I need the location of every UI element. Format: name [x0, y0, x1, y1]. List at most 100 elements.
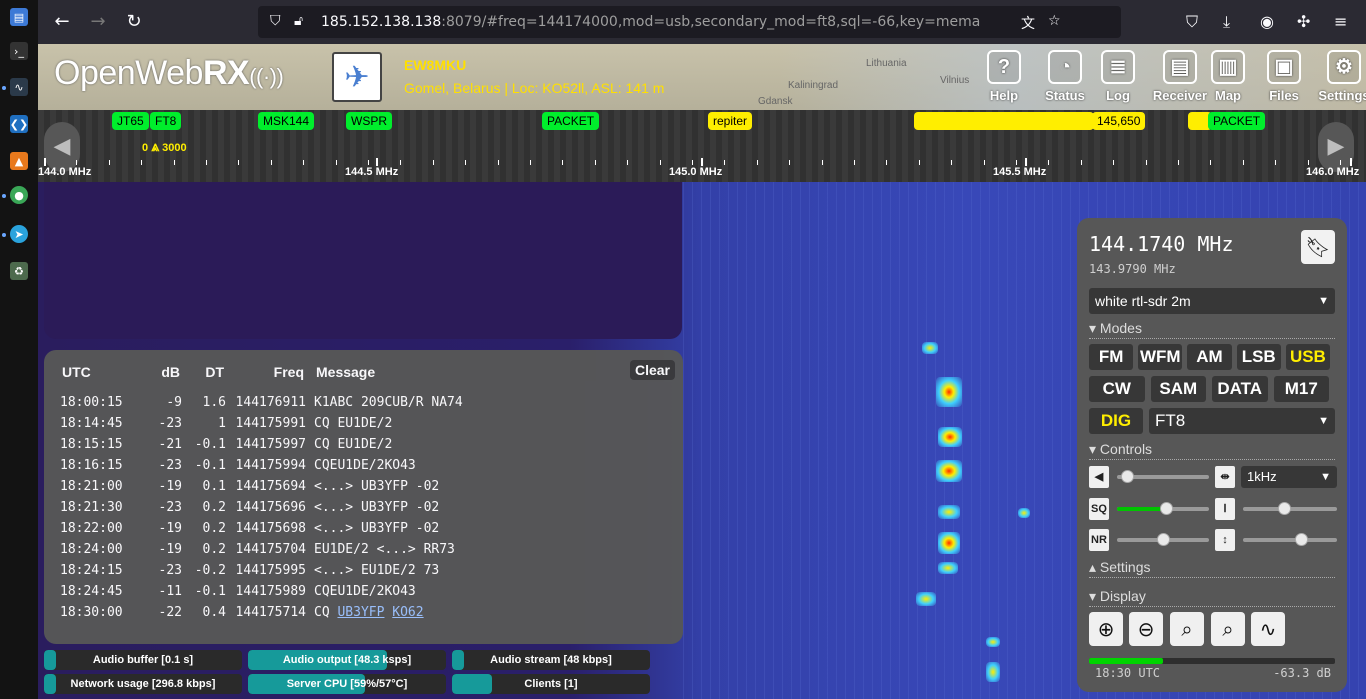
cell-text: <...> UB3YFP -02: [314, 521, 440, 536]
noise-reduction-icon[interactable]: NR: [1089, 529, 1109, 551]
scale-minor-tick: [1146, 160, 1147, 165]
waterfall-signal: [936, 460, 962, 482]
volume-icon[interactable]: ◀: [1089, 466, 1109, 488]
gain-slider[interactable]: [1243, 533, 1337, 546]
chrome-app-icon[interactable]: ●: [10, 186, 28, 204]
bookmark-icon[interactable]: 🔖︎: [1301, 230, 1335, 264]
mode-button-sam[interactable]: SAM: [1150, 376, 1206, 402]
mode-button-wfm[interactable]: WFM: [1138, 344, 1183, 370]
scale-minor-tick: [984, 160, 985, 165]
forward-arrow-icon[interactable]: →: [86, 10, 110, 34]
bookmark-tag[interactable]: repiter: [708, 112, 753, 130]
bookmark-tag[interactable]: FT8: [150, 112, 182, 130]
scale-minor-tick: [530, 160, 531, 165]
bookmark-tag[interactable]: 145,650: [1092, 112, 1146, 130]
squelch-icon[interactable]: SQ: [1089, 498, 1109, 520]
slider-knob[interactable]: [1295, 533, 1308, 546]
volume-slider[interactable]: [1117, 470, 1209, 483]
scale-minor-tick: [336, 160, 337, 165]
help-nav-button[interactable]: ? Help: [984, 50, 1024, 106]
shield-icon[interactable]: ⛉: [270, 13, 281, 29]
log-nav-button[interactable]: ≣ Log: [1098, 50, 1138, 106]
zoom-in-icon[interactable]: ⊕: [1089, 612, 1123, 646]
locator-link[interactable]: KO62: [392, 605, 423, 620]
files-app-icon[interactable]: ▤: [10, 8, 28, 26]
cell-text: 144175991: [235, 416, 306, 431]
chevron-down-icon: ▼: [1318, 295, 1329, 307]
gain-icon[interactable]: ↕: [1215, 529, 1235, 551]
modes-section-title[interactable]: ▾ Modes: [1089, 320, 1142, 337]
files-nav-button[interactable]: ▣ Files: [1264, 50, 1304, 106]
tuned-frequency[interactable]: 144.1740 MHz: [1089, 232, 1234, 256]
bookmark-tag-cluster[interactable]: [914, 112, 1094, 130]
back-arrow-icon[interactable]: ←: [50, 10, 74, 34]
menu-icon[interactable]: ≡: [1334, 12, 1347, 31]
mode-button-m17[interactable]: M17: [1273, 376, 1329, 402]
telegram-app-icon[interactable]: ➤: [10, 225, 28, 243]
zoom-out-icon[interactable]: ⊖: [1129, 612, 1163, 646]
profile-select[interactable]: white rtl-sdr 2m ▼: [1089, 288, 1335, 314]
agc-slider[interactable]: [1243, 502, 1337, 515]
display-section-title[interactable]: ▾ Display: [1089, 588, 1146, 605]
url-text[interactable]: 185.152.138.138:8079/#freq=144174000,mod…: [321, 14, 980, 30]
vscode-app-icon[interactable]: ❮❯: [10, 115, 28, 133]
scroll-left-arrow-icon[interactable]: ◀: [44, 122, 80, 172]
settings-nav-button[interactable]: ⚙ Settings: [1316, 50, 1366, 106]
zoom-reset-icon[interactable]: ⌕: [1211, 612, 1245, 646]
zoom-to-band-icon[interactable]: ⌕: [1170, 612, 1204, 646]
noise-reduction-slider[interactable]: [1117, 533, 1209, 546]
passband-shape-icon: ⩓: [151, 138, 160, 154]
address-bar[interactable]: ⛉ 🔓︎ 185.152.138.138:8079/#freq=14417400…: [258, 6, 1121, 38]
bandwidth-select[interactable]: 1kHz ▼: [1241, 466, 1337, 488]
status-nav-button[interactable]: ◔ Status: [1042, 50, 1088, 106]
passband-indicator[interactable]: 0 ⩓ 3000: [142, 138, 187, 155]
mode-button-cw[interactable]: CW: [1089, 376, 1145, 402]
bookmark-star-icon[interactable]: ☆: [1048, 13, 1061, 29]
dig-mode-button[interactable]: DIG: [1089, 408, 1143, 434]
terminal-app-icon[interactable]: ›_: [10, 42, 28, 60]
bandwidth-icon[interactable]: ⇹: [1215, 466, 1235, 488]
system-monitor-app-icon[interactable]: ∿: [10, 78, 28, 96]
agc-icon[interactable]: Ⅰ: [1215, 498, 1235, 520]
slider-knob[interactable]: [1278, 502, 1291, 515]
bookmark-tag[interactable]: PACKET: [1208, 112, 1266, 130]
cell-text: -0.1: [194, 437, 226, 452]
receiver-nav-button[interactable]: ▤ Receiver: [1150, 50, 1210, 106]
mode-button-lsb[interactable]: LSB: [1236, 344, 1281, 370]
scroll-right-arrow-icon[interactable]: ▶: [1318, 122, 1354, 172]
scale-minor-tick: [660, 160, 661, 165]
pocket-icon[interactable]: ⛉: [1186, 12, 1198, 32]
trash-app-icon[interactable]: ♻: [10, 262, 28, 280]
mode-button-data[interactable]: DATA: [1212, 376, 1268, 402]
download-icon[interactable]: ⤓: [1223, 12, 1230, 32]
bookmark-tag[interactable]: JT65: [112, 112, 149, 130]
clear-messages-button[interactable]: Clear: [629, 360, 675, 380]
bookmark-tag[interactable]: WSPR: [346, 112, 392, 130]
slider-knob[interactable]: [1160, 502, 1173, 515]
controls-section-title[interactable]: ▾ Controls: [1089, 441, 1152, 458]
squelch-slider[interactable]: [1117, 502, 1209, 515]
slider-knob[interactable]: [1121, 470, 1134, 483]
openwebrx-logo[interactable]: OpenWebRX((·)): [54, 54, 284, 93]
map-nav-button[interactable]: ▥ Map: [1208, 50, 1248, 106]
waterfall-signal: [916, 592, 936, 606]
translate-icon[interactable]: 文: [1021, 13, 1035, 33]
mode-button-fm[interactable]: FM: [1089, 344, 1134, 370]
bookmark-tag[interactable]: MSK144: [258, 112, 315, 130]
frequency-scale[interactable]: ◀ ▶ JT65 FT8 MSK144 WSPR PACKET repiter …: [38, 110, 1366, 182]
bookmark-tag[interactable]: PACKET: [542, 112, 600, 130]
receiver-avatar[interactable]: ✈: [332, 52, 382, 102]
account-icon[interactable]: ◉: [1260, 12, 1274, 31]
settings-section-title[interactable]: ▴ Settings: [1089, 559, 1151, 576]
callsign-link[interactable]: UB3YFP: [337, 605, 384, 620]
cell-text: -0.2: [194, 563, 226, 578]
digital-mode-select[interactable]: FT8 ▼: [1149, 408, 1335, 434]
mode-button-usb[interactable]: USB: [1285, 344, 1330, 370]
vlc-app-icon[interactable]: ▲: [10, 152, 28, 170]
insecure-lock-icon[interactable]: 🔓︎: [294, 13, 303, 29]
extensions-icon[interactable]: ✣: [1297, 12, 1310, 31]
reload-icon[interactable]: ↻: [122, 10, 146, 34]
auto-adjust-icon[interactable]: ∿: [1251, 612, 1285, 646]
slider-knob[interactable]: [1157, 533, 1170, 546]
mode-button-am[interactable]: AM: [1187, 344, 1232, 370]
